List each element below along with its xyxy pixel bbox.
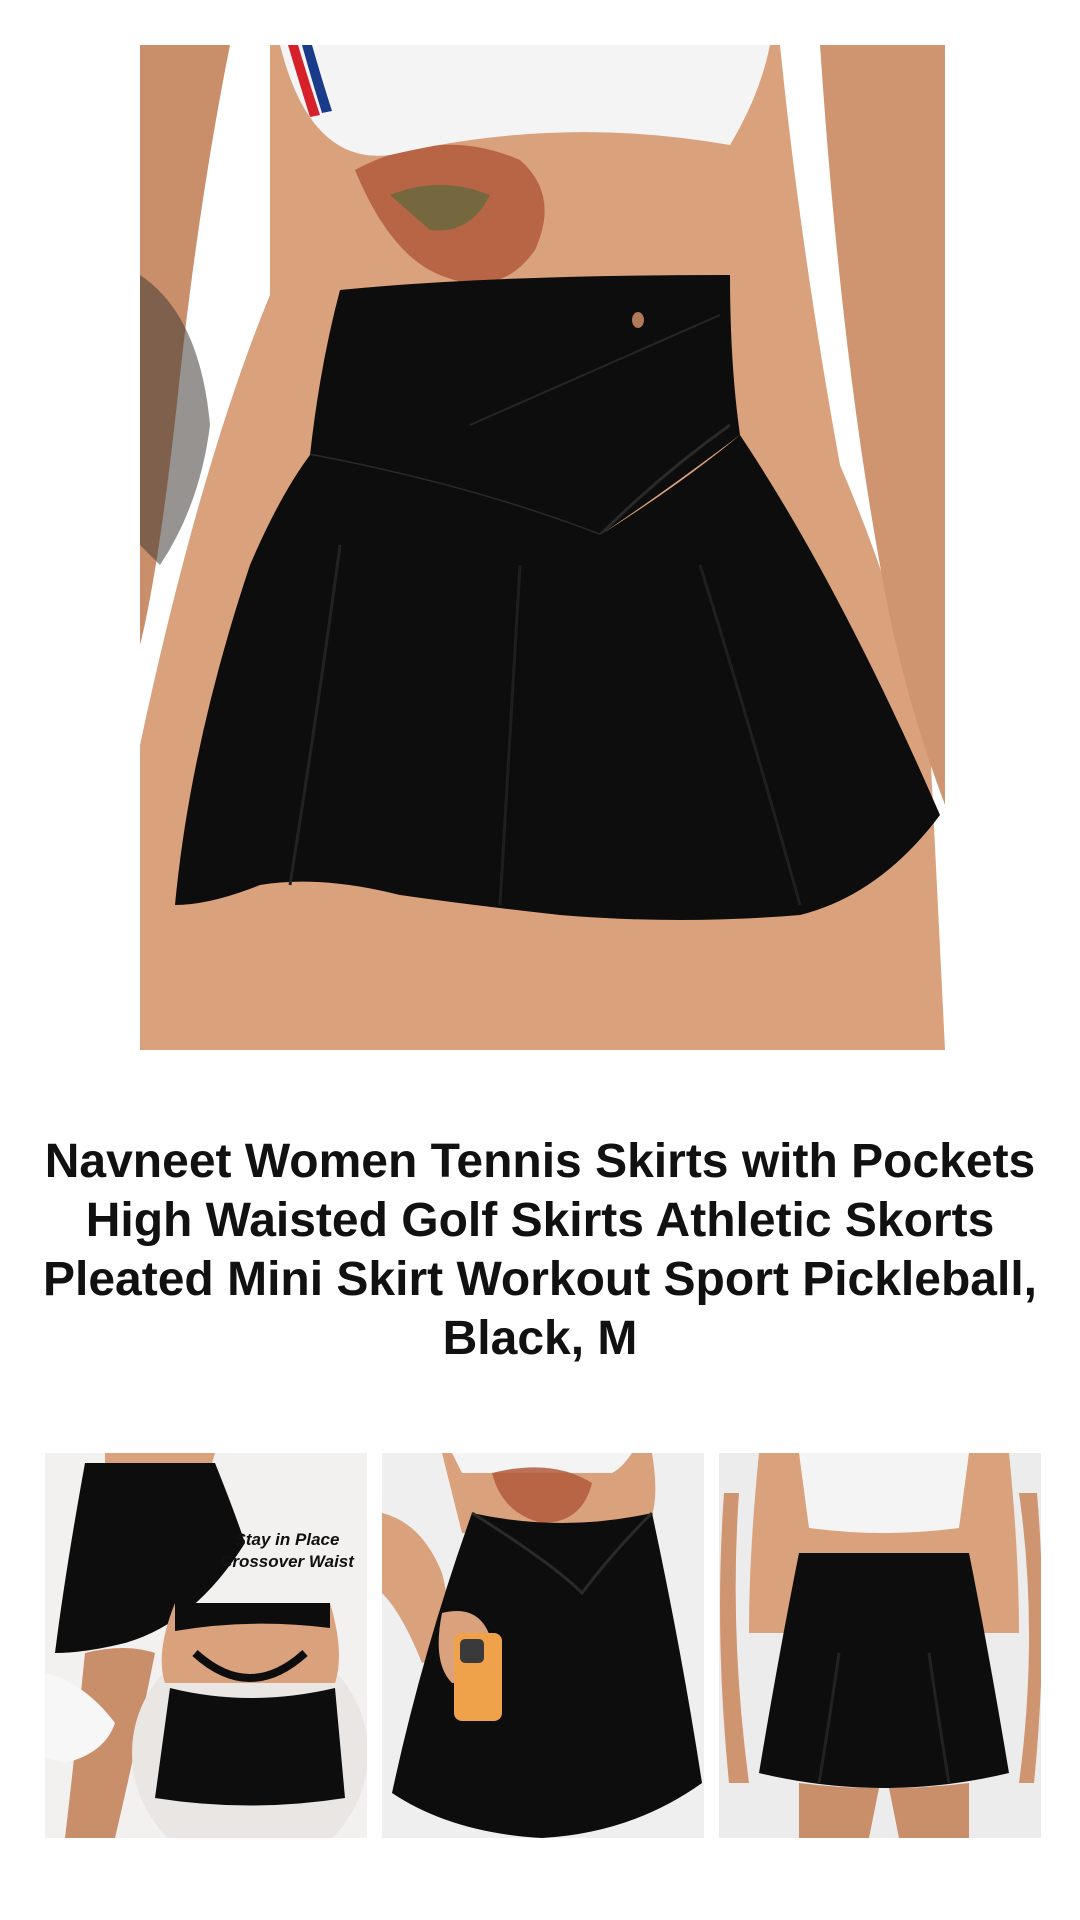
callout-line-1: Stay in Place	[234, 1530, 340, 1549]
thumbnail-3-illustration	[719, 1453, 1041, 1838]
thumbnail-back-view[interactable]	[719, 1453, 1041, 1838]
thumbnail-2-illustration	[382, 1453, 704, 1838]
thumbnail-side-pocket[interactable]	[382, 1453, 704, 1838]
hero-product-image[interactable]	[140, 45, 945, 1050]
product-title: Navneet Women Tennis Skirts with Pockets…	[43, 1135, 1037, 1365]
thumbnail-gallery: Stay in Place Crossover Waist	[45, 1453, 1041, 1838]
hero-skirt-illustration	[140, 45, 945, 1050]
callout-line-2: Crossover Waist	[220, 1552, 354, 1571]
thumbnail-1-illustration	[45, 1453, 367, 1838]
thumbnail-crossover-waist[interactable]: Stay in Place Crossover Waist	[45, 1453, 367, 1838]
thumbnail-callout: Stay in Place Crossover Waist	[207, 1529, 367, 1573]
